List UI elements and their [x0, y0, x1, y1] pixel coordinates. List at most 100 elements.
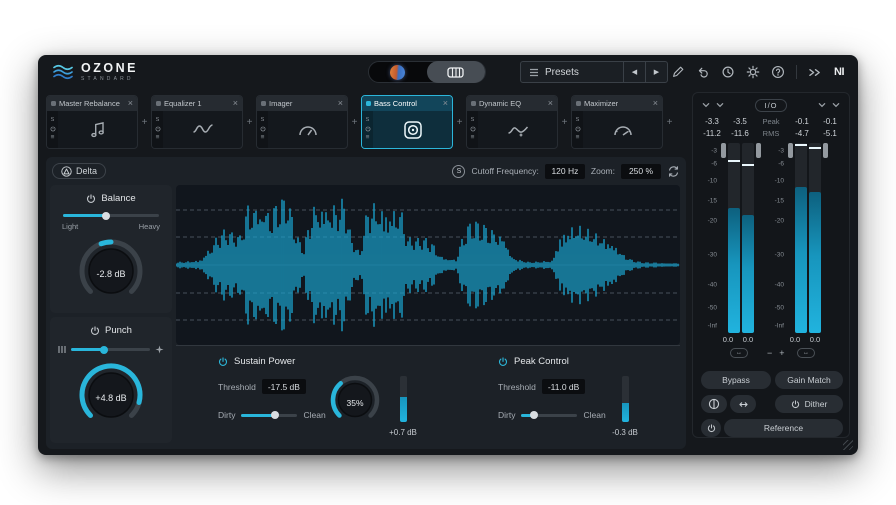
assistant-segment[interactable]: [369, 65, 427, 80]
undo-icon[interactable]: [696, 65, 710, 79]
io-mode-button[interactable]: I/O: [755, 99, 786, 112]
power-icon[interactable]: [575, 126, 581, 132]
add-module-button[interactable]: +: [453, 117, 466, 128]
power-icon[interactable]: [260, 126, 266, 132]
peak-slider-handle[interactable]: [530, 411, 538, 419]
stereo-mode-button[interactable]: [701, 395, 727, 413]
punch-tone-slider[interactable]: [71, 348, 150, 351]
sustain-tone-slider[interactable]: [241, 414, 297, 417]
close-icon[interactable]: ×: [548, 99, 553, 108]
loop-refresh-icon[interactable]: [667, 165, 680, 178]
solo-icon[interactable]: S: [576, 118, 580, 124]
preset-prev-button[interactable]: ◀: [623, 62, 645, 82]
module-tab-master-rebalance[interactable]: Master Rebalance× S≡: [46, 95, 138, 149]
reference-button[interactable]: Reference: [724, 419, 843, 437]
cutoff-frequency-value[interactable]: 120 Hz: [545, 164, 585, 179]
close-icon[interactable]: ×: [128, 99, 133, 108]
resize-window-icon[interactable]: [808, 66, 823, 79]
solo-icon[interactable]: S: [471, 118, 475, 124]
close-icon[interactable]: ×: [338, 99, 343, 108]
input-channel-link-icon[interactable]: ↔: [730, 348, 748, 358]
output-gain-left[interactable]: 0.0: [788, 335, 802, 344]
close-icon[interactable]: ×: [653, 99, 658, 108]
presets-menu-button[interactable]: Presets: [521, 62, 623, 82]
add-module-button[interactable]: +: [558, 117, 571, 128]
output-gain-handle-left[interactable]: [788, 143, 793, 158]
peak-control-power-icon[interactable]: [498, 357, 508, 367]
gear-icon[interactable]: [746, 65, 760, 79]
history-icon[interactable]: [721, 65, 735, 79]
solo-icon[interactable]: S: [156, 118, 160, 124]
chevron-down-icon[interactable]: [715, 101, 725, 109]
zoom-value[interactable]: 250 %: [621, 164, 661, 179]
detail-view-segment[interactable]: [427, 61, 485, 83]
add-module-button[interactable]: +: [243, 117, 256, 128]
solo-icon[interactable]: S: [51, 118, 55, 124]
menu-icon[interactable]: ≡: [471, 135, 475, 142]
input-gain-handle-right[interactable]: [756, 143, 761, 158]
power-icon[interactable]: [365, 126, 371, 132]
reference-power-button[interactable]: [701, 419, 721, 437]
punch-power-icon[interactable]: [90, 326, 100, 336]
menu-icon[interactable]: ≡: [576, 135, 580, 142]
punch-slider-handle[interactable]: [100, 346, 108, 354]
bypass-button[interactable]: Bypass: [701, 371, 771, 389]
power-icon[interactable]: [470, 126, 476, 132]
pencil-icon[interactable]: [671, 65, 685, 79]
close-icon[interactable]: ×: [443, 99, 448, 108]
sustain-slider-handle[interactable]: [271, 411, 279, 419]
balance-knob[interactable]: -2.8 dB: [76, 236, 146, 311]
chevron-down-icon[interactable]: [817, 101, 827, 109]
menu-icon[interactable]: ≡: [366, 135, 370, 142]
module-tab-imager[interactable]: Imager× S≡: [256, 95, 348, 149]
menu-icon[interactable]: ≡: [51, 135, 55, 142]
module-tab-maximizer[interactable]: Maximizer× S≡: [571, 95, 663, 149]
bass-control-footer: Sustain Power Threshold -17.5 dB Dirty C…: [176, 345, 680, 443]
dither-button[interactable]: Dither: [775, 395, 843, 413]
power-icon[interactable]: [50, 126, 56, 132]
input-gain-right[interactable]: 0.0: [741, 335, 755, 344]
module-tab-dynamic-eq[interactable]: Dynamic EQ× S≡: [466, 95, 558, 149]
add-module-button[interactable]: +: [138, 117, 151, 128]
window-resize-grip[interactable]: [843, 440, 853, 450]
output-gain-right[interactable]: 0.0: [808, 335, 822, 344]
peak-threshold-value[interactable]: -11.0 dB: [542, 379, 586, 394]
add-module-button[interactable]: +: [663, 117, 676, 128]
solo-icon[interactable]: S: [261, 118, 265, 124]
input-gain-left[interactable]: 0.0: [721, 335, 735, 344]
add-module-button[interactable]: +: [348, 117, 361, 128]
output-gain-handle-right[interactable]: [823, 143, 828, 158]
module-tab-equalizer[interactable]: Equalizer 1× S≡: [151, 95, 243, 149]
gain-increment-button[interactable]: +: [779, 348, 784, 358]
close-icon[interactable]: ×: [233, 99, 238, 108]
chevron-down-icon[interactable]: [831, 101, 841, 109]
gain-match-button[interactable]: Gain Match: [775, 371, 843, 389]
menu-icon[interactable]: ≡: [261, 135, 265, 142]
output-channel-link-icon[interactable]: ↔: [797, 348, 815, 358]
power-icon[interactable]: [155, 126, 161, 132]
sustain-amount-knob[interactable]: 35%: [328, 373, 382, 432]
peak-threshold-row: Threshold -11.0 dB: [498, 379, 585, 394]
balance-slider[interactable]: [63, 214, 159, 217]
cutoff-solo-button[interactable]: S: [452, 165, 465, 178]
balance-power-icon[interactable]: [86, 194, 96, 204]
preset-next-button[interactable]: ▶: [645, 62, 667, 82]
help-icon[interactable]: [771, 65, 785, 79]
balance-slider-handle[interactable]: [102, 212, 110, 220]
width-button[interactable]: [730, 395, 756, 413]
sustain-power-power-icon[interactable]: [218, 357, 228, 367]
module-grid-icon: [447, 67, 464, 78]
assistant-view-toggle[interactable]: [368, 61, 486, 83]
peak-tone-slider[interactable]: [521, 414, 577, 417]
solo-icon[interactable]: S: [366, 118, 370, 124]
gain-decrement-button[interactable]: −: [767, 348, 772, 358]
dither-power-icon[interactable]: [791, 400, 800, 409]
sustain-gain-meter: [400, 376, 407, 422]
punch-knob[interactable]: +4.8 dB: [76, 360, 146, 435]
module-tab-bass-control[interactable]: Bass Control× S≡: [361, 95, 453, 149]
delta-button[interactable]: Delta: [52, 163, 106, 179]
chevron-down-icon[interactable]: [701, 101, 711, 109]
input-gain-handle-left[interactable]: [721, 143, 726, 158]
menu-icon[interactable]: ≡: [156, 135, 160, 142]
sustain-threshold-value[interactable]: -17.5 dB: [262, 379, 306, 394]
